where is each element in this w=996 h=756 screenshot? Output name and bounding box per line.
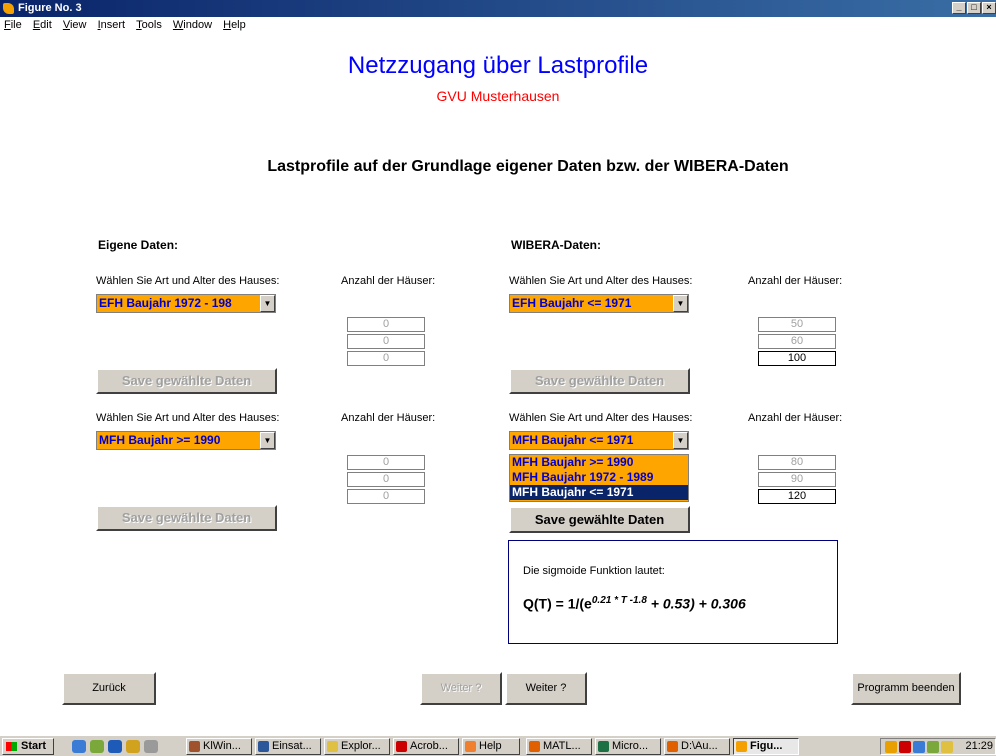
start-button[interactable]: Start <box>2 738 54 755</box>
tray-app-icon[interactable] <box>927 741 939 753</box>
left2-count-input-2[interactable]: 0 <box>347 472 425 487</box>
matlab-figure-icon <box>736 741 747 752</box>
right2-selected-value: MFH Baujahr <= 1971 <box>512 433 634 447</box>
task-help[interactable]: Help <box>462 738 520 755</box>
page-subtitle: GVU Musterhausen <box>436 88 560 104</box>
formula-text: Q(T) = 1/(e0.21 * T -1.8 + 0.53) + 0.306 <box>523 595 746 612</box>
right2-count-input-3[interactable]: 120 <box>758 489 836 504</box>
dropdown-option[interactable]: MFH Baujahr 1972 - 1989 <box>510 470 688 485</box>
excel-icon <box>598 741 609 752</box>
right2-select-label: Wählen Sie Art und Alter des Hauses: <box>509 412 693 424</box>
menu-tools[interactable]: Tools <box>136 17 162 34</box>
task-explorer[interactable]: Explor... <box>324 738 390 755</box>
formula-description: Die sigmoide Funktion lautet: <box>523 565 665 577</box>
right2-count-input-1[interactable]: 80 <box>758 455 836 470</box>
right1-save-button[interactable]: Save gewählte Daten <box>509 368 690 394</box>
wibera-daten-heading: WIBERA-Daten: <box>511 238 601 252</box>
taskbar: Start KlWin... Einsat... Explor... Acrob… <box>0 735 996 756</box>
matlab-icon <box>529 741 540 752</box>
right2-dropdown-list: MFH Baujahr >= 1990 MFH Baujahr 1972 - 1… <box>509 454 689 502</box>
app-icon <box>189 741 200 752</box>
right1-house-select[interactable]: EFH Baujahr <= 1971 ▼ <box>509 294 689 313</box>
chevron-down-icon[interactable]: ▼ <box>260 295 275 312</box>
menu-insert[interactable]: Insert <box>98 17 126 34</box>
right1-count-input-1[interactable]: 50 <box>758 317 836 332</box>
explorer-icon <box>327 741 338 752</box>
right2-count-label: Anzahl der Häuser: <box>748 412 843 424</box>
right2-house-select[interactable]: MFH Baujahr <= 1971 ▼ <box>509 431 689 450</box>
right2-save-button[interactable]: Save gewählte Daten <box>509 506 690 533</box>
right1-count-input-2[interactable]: 60 <box>758 334 836 349</box>
acrobat-icon <box>396 741 407 752</box>
left1-count-input-3[interactable]: 0 <box>347 351 425 366</box>
eigene-daten-heading: Eigene Daten: <box>98 238 179 252</box>
left2-count-label: Anzahl der Häuser: <box>341 412 436 424</box>
speaker-icon[interactable] <box>885 741 897 753</box>
left1-save-button[interactable]: Save gewählte Daten <box>96 368 277 394</box>
right2-count-input-2[interactable]: 90 <box>758 472 836 487</box>
left2-count-input-1[interactable]: 0 <box>347 455 425 470</box>
menu-window[interactable]: Window <box>173 17 212 34</box>
matlab-icon <box>667 741 678 752</box>
left2-save-button[interactable]: Save gewählte Daten <box>96 505 277 531</box>
menu-edit[interactable]: Edit <box>33 17 52 34</box>
network-icon[interactable] <box>913 741 925 753</box>
outlook-express-icon[interactable] <box>72 740 86 753</box>
internet-explorer-icon[interactable] <box>108 740 122 753</box>
dropdown-option-selected[interactable]: MFH Baujahr <= 1971 <box>510 485 688 500</box>
back-button[interactable]: Zurück <box>62 672 156 705</box>
left2-selected-value: MFH Baujahr >= 1990 <box>99 433 221 447</box>
right1-select-label: Wählen Sie Art und Alter des Hauses: <box>509 275 693 287</box>
task-acrobat[interactable]: Acrob... <box>393 738 459 755</box>
left1-selected-value: EFH Baujahr 1972 - 198 <box>99 296 232 310</box>
next-button-disabled[interactable]: Weiter ? <box>420 672 502 705</box>
windows-logo-icon <box>6 742 17 751</box>
dropdown-option[interactable]: MFH Baujahr >= 1990 <box>510 455 688 470</box>
menu-view[interactable]: View <box>63 17 87 34</box>
word-icon <box>258 741 269 752</box>
chevron-down-icon[interactable]: ▼ <box>673 432 688 449</box>
right1-selected-value: EFH Baujahr <= 1971 <box>512 296 632 310</box>
left1-count-input-1[interactable]: 0 <box>347 317 425 332</box>
section-heading: Lastprofile auf der Grundlage eigener Da… <box>267 158 789 175</box>
right1-count-label: Anzahl der Häuser: <box>748 275 843 287</box>
quick-launch-icon[interactable] <box>144 740 158 753</box>
show-desktop-icon[interactable] <box>90 740 104 753</box>
window-titlebar[interactable]: Figure No. 3 _ □ × <box>0 0 996 17</box>
menu-bar: File Edit View Insert Tools Window Help <box>0 17 996 34</box>
left1-count-input-2[interactable]: 0 <box>347 334 425 349</box>
window-title: Figure No. 3 <box>18 2 82 14</box>
task-excel[interactable]: Micro... <box>595 738 661 755</box>
channels-icon[interactable] <box>126 740 140 753</box>
next-button[interactable]: Weiter ? <box>505 672 587 705</box>
formula-panel: Die sigmoide Funktion lautet: Q(T) = 1/(… <box>508 540 838 644</box>
help-icon <box>465 741 476 752</box>
close-button[interactable]: × <box>982 2 996 14</box>
task-einsat[interactable]: Einsat... <box>255 738 321 755</box>
task-folder[interactable]: D:\Au... <box>664 738 730 755</box>
left1-select-label: Wählen Sie Art und Alter des Hauses: <box>96 275 280 287</box>
left1-house-select[interactable]: EFH Baujahr 1972 - 198 ▼ <box>96 294 276 313</box>
left2-select-label: Wählen Sie Art und Alter des Hauses: <box>96 412 280 424</box>
task-klwin[interactable]: KlWin... <box>186 738 252 755</box>
task-figure[interactable]: Figu... <box>733 738 799 755</box>
right1-count-input-3[interactable]: 100 <box>758 351 836 366</box>
left1-count-label: Anzahl der Häuser: <box>341 275 436 287</box>
minimize-button[interactable]: _ <box>952 2 966 14</box>
chevron-down-icon[interactable]: ▼ <box>673 295 688 312</box>
task-matlab[interactable]: MATL... <box>526 738 592 755</box>
quit-button[interactable]: Programm beenden <box>851 672 961 705</box>
matlab-figure-icon <box>3 3 14 14</box>
tray-app-icon[interactable] <box>941 741 953 753</box>
clock[interactable]: 21:29 <box>965 740 993 752</box>
system-tray: 21:29 <box>880 738 996 755</box>
chevron-down-icon[interactable]: ▼ <box>260 432 275 449</box>
left2-house-select[interactable]: MFH Baujahr >= 1990 ▼ <box>96 431 276 450</box>
menu-help[interactable]: Help <box>223 17 246 34</box>
left2-count-input-3[interactable]: 0 <box>347 489 425 504</box>
maximize-button[interactable]: □ <box>967 2 981 14</box>
acrobat-tray-icon[interactable] <box>899 741 911 753</box>
page-title: Netzzugang über Lastprofile <box>347 52 649 79</box>
menu-file[interactable]: File <box>4 17 22 34</box>
